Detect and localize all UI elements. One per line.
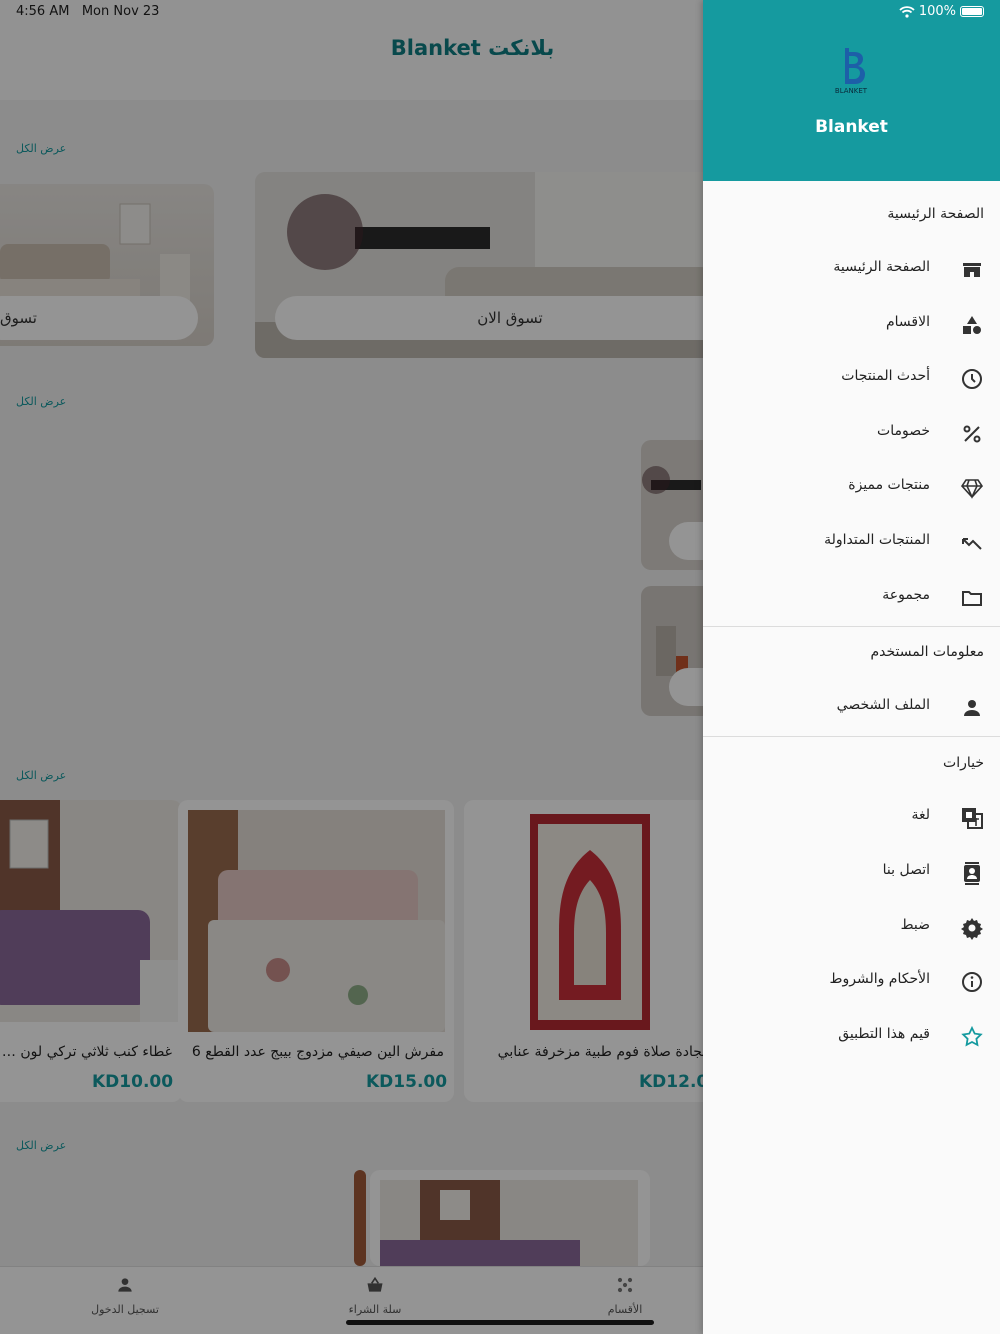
- menu-label: منتجات مميزة: [848, 477, 930, 493]
- battery-icon: [960, 6, 984, 17]
- menu-label: الاقسام: [886, 314, 930, 330]
- diamond-icon: [960, 479, 984, 499]
- info-icon: [962, 972, 982, 992]
- menu-label: الملف الشخصي: [836, 697, 930, 713]
- menu-label: ضبط: [900, 917, 930, 933]
- menu-label: قيم هذا التطبيق: [838, 1026, 930, 1042]
- section-title-options: خيارات: [943, 755, 984, 771]
- blanket-logo: BLANKET: [835, 48, 868, 95]
- menu-item-language[interactable]: لغة: [703, 794, 1000, 842]
- menu-item-rate-app[interactable]: قيم هذا التطبيق: [703, 1013, 1000, 1061]
- person-icon: [964, 700, 980, 716]
- menu-item-terms[interactable]: الأحكام والشروط: [703, 958, 1000, 1006]
- gear-icon: [961, 918, 983, 940]
- star-icon: [961, 1025, 983, 1047]
- menu-label: مجموعة: [882, 587, 930, 603]
- percent-icon: [963, 425, 981, 443]
- menu-label: أحدث المنتجات: [841, 368, 930, 384]
- status-indicators: 100%: [899, 4, 984, 19]
- translate-icon: [962, 808, 983, 829]
- store-icon: [963, 263, 981, 277]
- menu-item-profile[interactable]: الملف الشخصي: [703, 684, 1000, 732]
- section-title-user: معلومات المستخدم: [870, 644, 984, 660]
- menu-item-trending[interactable]: المنتجات المتداولة: [703, 519, 1000, 567]
- menu-item-categories[interactable]: الاقسام: [703, 301, 1000, 349]
- menu-item-featured[interactable]: منتجات مميزة: [703, 464, 1000, 512]
- section-divider: [703, 736, 1000, 737]
- menu-item-settings[interactable]: ضبط: [703, 904, 1000, 952]
- home-indicator: [346, 1320, 654, 1325]
- menu-label: المنتجات المتداولة: [824, 532, 930, 548]
- menu-item-collection[interactable]: مجموعة: [703, 574, 1000, 622]
- menu-label: اتصل بنا: [882, 862, 930, 878]
- section-title-home: الصفحة الرئيسية: [887, 206, 984, 222]
- trending-icon: [962, 538, 982, 550]
- menu-item-contact[interactable]: اتصل بنا: [703, 849, 1000, 897]
- clock-icon: [962, 369, 982, 389]
- drawer-title: Blanket: [815, 117, 888, 137]
- menu-item-home[interactable]: الصفحة الرئيسية: [703, 246, 1000, 294]
- menu-label: لغة: [911, 807, 930, 823]
- menu-item-latest[interactable]: أحدث المنتجات: [703, 355, 1000, 403]
- drawer-header: BLANKET Blanket: [703, 0, 1000, 181]
- navigation-drawer: BLANKET Blanket الصفحة الرئيسية الصفحة ا…: [703, 0, 1000, 1334]
- battery-percent: 100%: [918, 4, 956, 19]
- menu-label: الصفحة الرئيسية: [833, 259, 930, 275]
- menu-item-discounts[interactable]: خصومات: [703, 410, 1000, 458]
- shapes-icon: [963, 316, 981, 334]
- contacts-icon: [964, 862, 980, 885]
- folder-icon: [962, 591, 982, 606]
- menu-label: الأحكام والشروط: [829, 971, 930, 987]
- section-divider: [703, 626, 1000, 627]
- wifi-icon: [899, 5, 915, 18]
- menu-label: خصومات: [877, 423, 930, 439]
- logo-text: BLANKET: [835, 87, 868, 95]
